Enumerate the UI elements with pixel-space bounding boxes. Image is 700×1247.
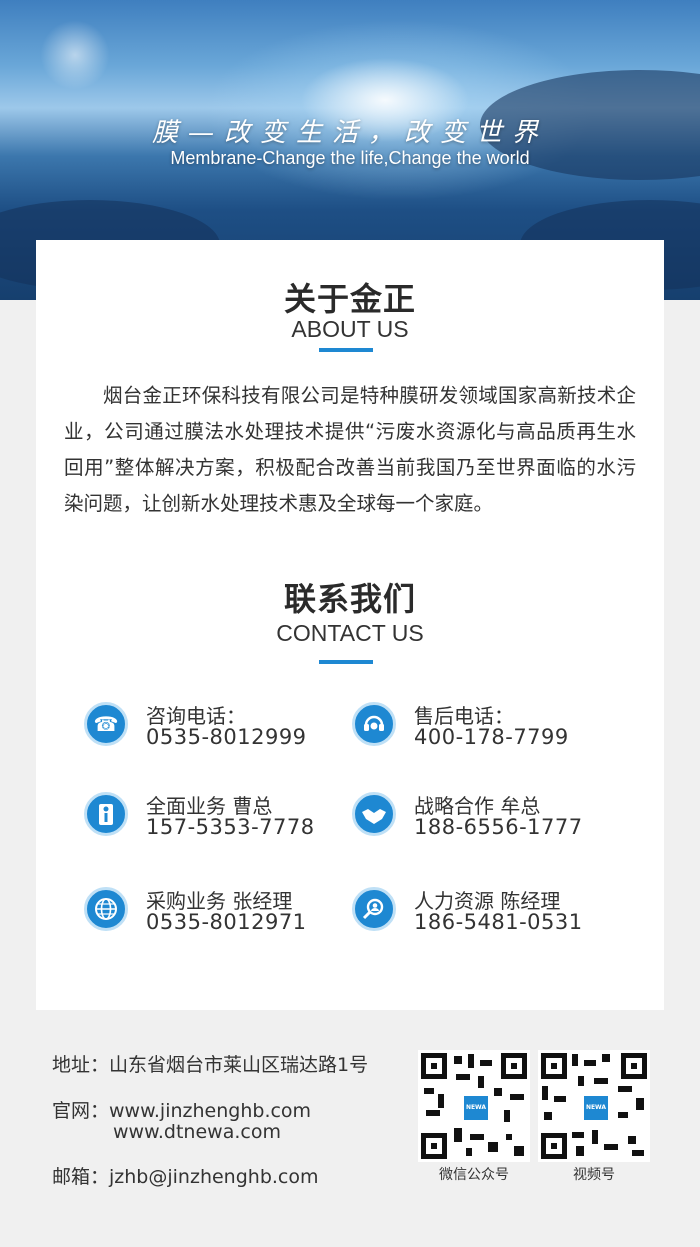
contact-subtitle: CONTACT US xyxy=(276,620,424,646)
slogan-chinese: 膜—改变生活，改变世界 xyxy=(151,118,548,148)
video-channel-qr-caption: 视频号 xyxy=(573,1167,615,1183)
website-link-2[interactable]: www.dtnewa.com xyxy=(113,1121,281,1143)
email-line: 邮箱：jzhb@jinzhenghb.com xyxy=(52,1162,319,1189)
email-link[interactable]: jzhb@jinzhenghb.com xyxy=(109,1166,318,1188)
contact-phone[interactable]: 157-5353-7778 xyxy=(146,815,315,839)
contact-phone[interactable]: 0535-8012971 xyxy=(146,910,307,934)
person-search-icon xyxy=(352,887,396,931)
businessman-icon xyxy=(84,792,128,836)
newa-logo-icon: NEWA xyxy=(462,1094,490,1122)
contact-phone[interactable]: 186-5481-0531 xyxy=(414,910,583,934)
video-channel-qr-code: NEWA xyxy=(538,1050,650,1162)
website-link-1[interactable]: www.jinzhenghb.com xyxy=(109,1100,311,1122)
contact-underline xyxy=(319,660,373,664)
wechat-qr-caption: 微信公众号 xyxy=(439,1167,509,1183)
newa-logo-icon: NEWA xyxy=(582,1094,610,1122)
about-subtitle: ABOUT US xyxy=(291,316,409,342)
globe-icon xyxy=(84,887,128,931)
address-label: 地址： xyxy=(52,1054,110,1076)
website-line: 官网：www.jinzhenghb.com xyxy=(52,1096,311,1123)
wechat-qr-code: NEWA xyxy=(418,1050,530,1162)
handshake-icon xyxy=(352,792,396,836)
telephone-icon: ☎ xyxy=(84,702,128,746)
address-text: 山东省烟台市莱山区瑞达路1号 xyxy=(109,1054,369,1076)
headset-icon xyxy=(352,702,396,746)
about-paragraph: 烟台金正环保科技有限公司是特种膜研发领域国家高新技术企业，公司通过膜法水处理技术… xyxy=(64,384,636,515)
email-label: 邮箱： xyxy=(52,1166,110,1188)
about-title: 关于金正 xyxy=(283,280,416,318)
website-label: 官网： xyxy=(52,1100,110,1122)
address-line: 地址：山东省烟台市莱山区瑞达路1号 xyxy=(52,1050,368,1077)
contact-phone[interactable]: 188-6556-1777 xyxy=(414,815,583,839)
contact-phone[interactable]: 0535-8012999 xyxy=(146,725,307,749)
lens-flare xyxy=(40,20,110,90)
slogan-english: Membrane-Change the life,Change the worl… xyxy=(170,148,530,168)
contact-title: 联系我们 xyxy=(283,580,416,618)
website-line-2: www.dtnewa.com xyxy=(113,1121,281,1143)
about-underline xyxy=(319,348,373,352)
info-card: 关于金正 ABOUT US 烟台金正环保科技有限公司是特种膜研发领域国家高新技术… xyxy=(36,240,664,1010)
contact-phone[interactable]: 400-178-7799 xyxy=(414,725,569,749)
